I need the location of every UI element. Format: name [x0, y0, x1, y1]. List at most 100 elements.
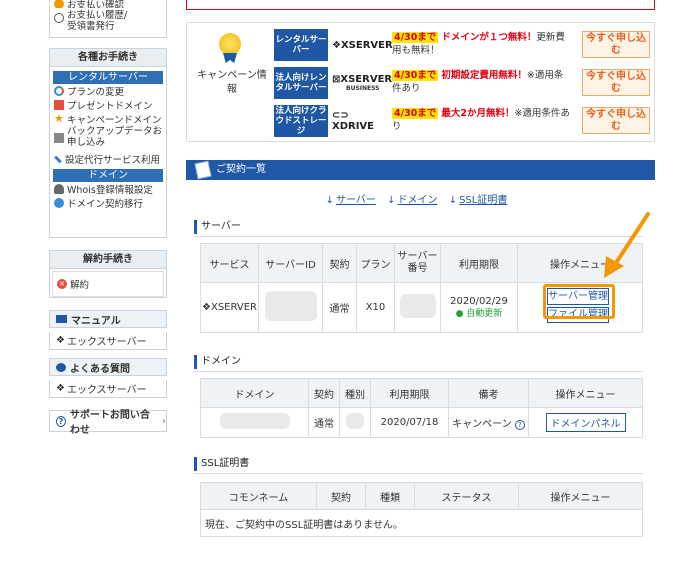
server-section-title: サーバー	[194, 220, 241, 234]
users-icon	[54, 184, 64, 194]
arrow-down-icon: ↓	[448, 195, 458, 206]
campaign-label: キャンペーン情報	[197, 70, 267, 95]
sidebar-item-label: バックアップデータお申し込み	[67, 126, 163, 148]
contract-cell: 通常	[322, 282, 357, 333]
campaign-tag: レンタルサーバー	[274, 29, 328, 61]
campaign-highlight: ドメインが１つ無料！	[441, 32, 537, 43]
arrow-pointer-icon	[604, 212, 650, 278]
arrow-down-icon: ↓	[325, 195, 335, 206]
wrench-icon	[54, 155, 62, 163]
redacted-type	[346, 413, 364, 429]
campaign-text: 4/30まで 初期設定費用無料！※適用条件あり	[392, 69, 570, 95]
domain-section-title: ドメイン	[194, 355, 241, 369]
sidebar-item-label: Whois登録情報設定	[67, 185, 153, 196]
domain-panel-button[interactable]: ドメインパネル	[545, 413, 626, 432]
logo-text: XSERVER	[340, 74, 393, 85]
sidebar-item-label: お支払い確認	[67, 0, 125, 8]
expiry-cell: 2020/02/29 ● 自動更新	[440, 282, 518, 333]
xserver-logo: ❖XSERVER	[332, 29, 393, 61]
star-icon: ★	[54, 112, 64, 125]
help-icon[interactable]: ?	[514, 420, 525, 430]
faq-label: よくある質問	[70, 363, 130, 375]
contracts-title: ご契約一覧	[216, 164, 266, 175]
column-header: 種類	[365, 482, 415, 510]
apply-now-button[interactable]: 今すぐ申し込む	[582, 69, 650, 96]
table-row: 現在、ご契約中のSSL証明書はありません。	[200, 509, 643, 537]
faq-link[interactable]: よくある質問	[49, 358, 167, 376]
manual-xserver-link[interactable]: ❖ エックスサーバー	[49, 332, 167, 350]
campaign-tag: 法人向けクラウドストレージ	[274, 105, 328, 137]
apply-now-button[interactable]: 今すぐ申し込む	[582, 107, 650, 134]
contracts-header: ご契約一覧	[186, 160, 655, 180]
column-header: プラン	[356, 243, 395, 283]
speech-bubble-icon	[56, 362, 66, 372]
sidebar-item-domain-transfer[interactable]: ドメイン契約移行	[50, 196, 166, 210]
arrow-down-icon: ↓	[387, 195, 396, 206]
refresh-icon	[54, 86, 64, 96]
clock-icon	[54, 13, 64, 23]
anchor-server-link[interactable]: サーバー	[336, 195, 376, 206]
manual-link[interactable]: マニュアル	[49, 310, 167, 328]
sidebar-item-label: プランの変更	[67, 87, 125, 98]
xserver-business-logo: ⊠XSERVER BUSINESS	[332, 67, 393, 99]
gift-icon	[54, 100, 64, 110]
campaign-row: 法人向けクラウドストレージ ⊂⊃ XDRIVE 4/30まで 最大2か月無料！※…	[274, 105, 652, 137]
sidebar-item-cancel[interactable]: × 解約	[52, 271, 164, 297]
sidebar-item-whois[interactable]: Whois登録情報設定	[50, 182, 166, 196]
domain-cell	[200, 407, 309, 438]
medal-ribbon-icon	[223, 53, 237, 63]
column-header: ステータス	[414, 482, 519, 510]
expiry-cell: 2020/07/18	[370, 407, 449, 438]
support-link[interactable]: ? サポートお問い合わせ ›	[49, 410, 167, 436]
logo-subtext: BUSINESS	[346, 85, 380, 92]
note-text: キャンペーン	[452, 419, 512, 430]
plan-cell: X10	[356, 282, 395, 333]
anchor-ssl-link[interactable]: SSL証明書	[459, 195, 507, 206]
sidebar-item-payment[interactable]: お支払い確認	[50, 0, 166, 8]
book-icon	[56, 315, 67, 323]
column-header: 操作メニュー	[528, 378, 643, 408]
faq-sub-label: エックスサーバー	[66, 385, 147, 396]
column-header: 契約	[316, 482, 366, 510]
campaign-text: 4/30まで 最大2か月無料！※適用条件あり	[392, 107, 570, 133]
sidebar-item-backup[interactable]: バックアップデータお申し込み	[50, 126, 166, 152]
actions-cell: ドメインパネル	[528, 407, 643, 438]
type-cell	[339, 407, 371, 438]
cancel-heading: 解約手続き	[50, 251, 166, 269]
faq-xserver-link[interactable]: ❖ エックスサーバー	[49, 380, 167, 398]
sidebar-item-present-domain[interactable]: プレゼントドメイン	[50, 98, 166, 112]
sidebar-item-label: ドメイン契約移行	[67, 199, 144, 210]
support-label: サポートお問い合わせ	[69, 410, 150, 436]
sidebar-item-label: 解約	[70, 280, 90, 291]
redacted-server-number	[399, 294, 436, 318]
column-header: サービス	[200, 243, 259, 283]
backup-icon	[54, 133, 64, 143]
medal-icon	[219, 33, 241, 55]
sidebar-item-plan-change[interactable]: プランの変更	[50, 84, 166, 98]
sidebar-item-history[interactable]: お支払い履歴/ 受領書発行	[50, 8, 166, 34]
ssl-table: コモンネーム 契約 種類 ステータス 操作メニュー 現在、ご契約中のSSL証明書…	[200, 482, 643, 537]
apply-now-button[interactable]: 今すぐ申し込む	[582, 31, 650, 58]
sidebar-item-label: プレゼントドメイン	[67, 101, 153, 112]
campaign-date: 4/30まで	[392, 32, 439, 43]
cancel-box: 解約手続き × 解約	[49, 250, 167, 298]
highlight-frame	[543, 284, 615, 319]
domain-subheading: ドメイン	[53, 169, 163, 182]
column-header: 種別	[339, 378, 371, 408]
anchor-links: ↓ サーバー ↓ ドメイン ↓ SSL証明書	[186, 191, 655, 206]
campaign-highlight: 最大2か月無料！	[441, 108, 515, 119]
logo-text: XDRIVE	[332, 121, 375, 132]
campaign-row: 法人向けレンタルサーバー ⊠XSERVER BUSINESS 4/30まで 初期…	[274, 67, 652, 99]
logo-text: XSERVER	[340, 39, 393, 51]
contract-cell: 通常	[308, 407, 340, 438]
help-icon: ?	[56, 415, 66, 427]
redacted-domain	[219, 413, 290, 429]
service-name: XSERVER	[210, 302, 257, 313]
procedures-heading: 各種お手続き	[50, 49, 166, 67]
ssl-section-title: SSL証明書	[194, 457, 249, 471]
sidebar-item-setup-service[interactable]: 設定代行サービス利用	[50, 152, 166, 166]
anchor-domain-link[interactable]: ドメイン	[398, 195, 438, 206]
campaign-row: レンタルサーバー ❖XSERVER 4/30まで ドメインが１つ無料！更新費用も…	[274, 29, 652, 61]
redacted-server-id	[264, 291, 317, 321]
sidebar-item-campaign-domain[interactable]: ★ キャンペーンドメイン	[50, 112, 166, 126]
